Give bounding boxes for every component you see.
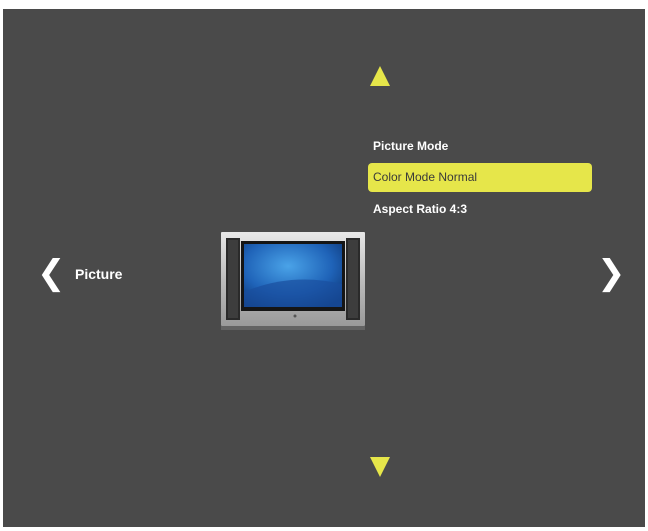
category-label: Picture bbox=[75, 266, 123, 282]
previous-category-chevron-icon[interactable]: ❮ bbox=[37, 253, 66, 293]
scroll-up-arrow-icon[interactable] bbox=[370, 66, 390, 86]
menu-item-aspect-ratio[interactable]: Aspect Ratio 4:3 bbox=[368, 195, 592, 224]
tv-preview-image bbox=[221, 232, 365, 335]
scroll-down-arrow-icon[interactable] bbox=[370, 457, 390, 477]
tv-icon bbox=[221, 232, 365, 330]
menu-item-picture-mode[interactable]: Picture Mode bbox=[368, 132, 592, 161]
menu-item-color-mode[interactable]: Color Mode Normal bbox=[368, 163, 592, 192]
settings-screen: ❮ Picture Picture Mode Color Mode Normal… bbox=[3, 9, 645, 527]
next-category-chevron-icon[interactable]: ❯ bbox=[597, 253, 626, 293]
